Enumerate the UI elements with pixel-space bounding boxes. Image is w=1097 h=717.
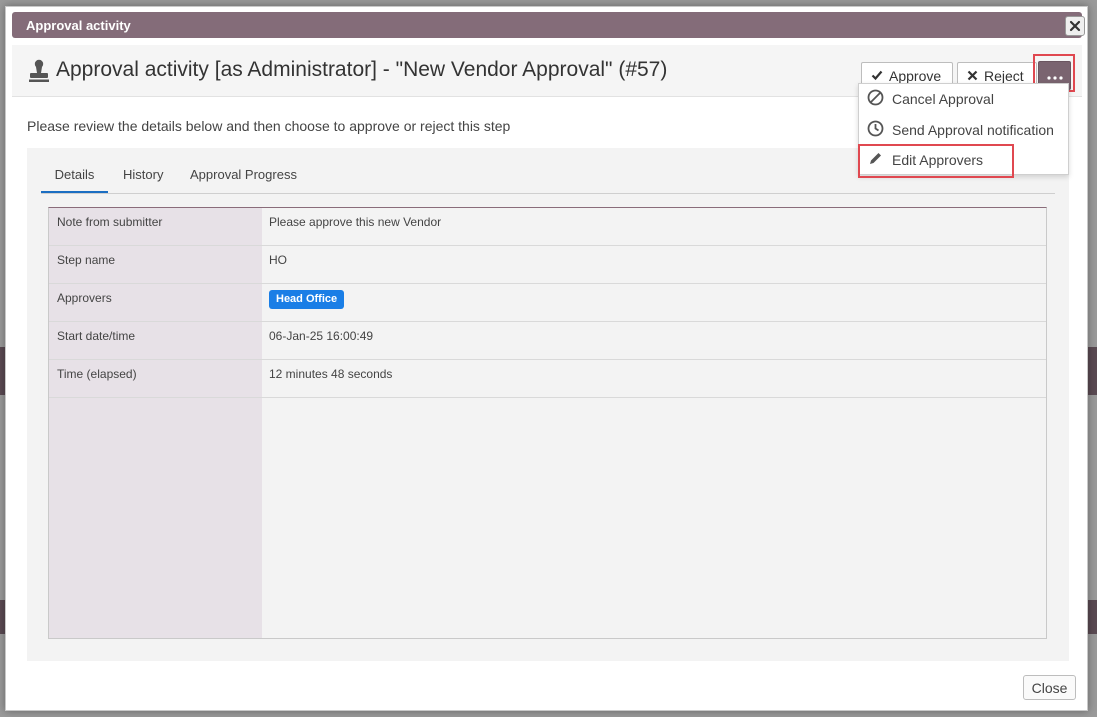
clock-icon <box>867 120 884 140</box>
details-table: Note from submitter Please approve this … <box>48 207 1047 639</box>
close-icon[interactable] <box>1065 16 1085 36</box>
row-value: Please approve this new Vendor <box>269 215 442 229</box>
tab-history[interactable]: History <box>123 164 163 192</box>
row-value: 12 minutes 48 seconds <box>269 367 393 381</box>
tab-details[interactable]: Details <box>41 164 108 193</box>
menu-item-edit-approvers[interactable]: Edit Approvers <box>859 145 1068 175</box>
ellipsis-icon <box>1046 67 1063 85</box>
row-value: HO <box>269 253 287 267</box>
table-row: Time (elapsed) 12 minutes 48 seconds <box>49 360 1046 398</box>
table-row: Step name HO <box>49 246 1046 284</box>
row-label: Approvers <box>57 291 112 305</box>
tab-approval-progress[interactable]: Approval Progress <box>190 164 297 192</box>
cancel-icon <box>867 89 884 109</box>
page-title: Approval activity [as Administrator] - "… <box>56 58 668 81</box>
menu-item-label: Send Approval notification <box>892 122 1054 138</box>
row-label: Time (elapsed) <box>57 367 137 381</box>
dialog-titlebar: Approval activity <box>12 12 1085 38</box>
check-icon <box>871 68 883 84</box>
instructions-text: Please review the details below and then… <box>27 118 511 134</box>
menu-item-send-notification[interactable]: Send Approval notification <box>859 115 1068 145</box>
details-panel: Details History Approval Progress Note f… <box>27 148 1069 661</box>
approve-label: Approve <box>889 67 942 84</box>
row-value: 06-Jan-25 16:00:49 <box>269 329 374 343</box>
stamp-icon <box>28 59 50 88</box>
row-label: Note from submitter <box>57 215 163 229</box>
row-label: Start date/time <box>57 329 136 343</box>
pencil-icon <box>867 150 884 170</box>
approval-dialog: Approval activity Approval activity [as … <box>5 6 1088 711</box>
table-row: Approvers Head Office <box>49 284 1046 322</box>
table-row: Start date/time 06-Jan-25 16:00:49 <box>49 322 1046 360</box>
more-options-menu: Cancel Approval Send Approval notificati… <box>858 83 1069 175</box>
x-icon <box>967 68 978 84</box>
reject-label: Reject <box>984 67 1024 84</box>
table-row: Note from submitter Please approve this … <box>49 208 1046 246</box>
dialog-title: Approval activity <box>26 18 131 33</box>
menu-item-label: Cancel Approval <box>892 91 994 107</box>
row-label: Step name <box>57 253 116 267</box>
menu-item-cancel-approval[interactable]: Cancel Approval <box>859 84 1068 114</box>
menu-item-label: Edit Approvers <box>892 152 984 168</box>
close-button[interactable]: Close <box>1023 675 1076 700</box>
approver-badge: Head Office <box>269 290 345 309</box>
